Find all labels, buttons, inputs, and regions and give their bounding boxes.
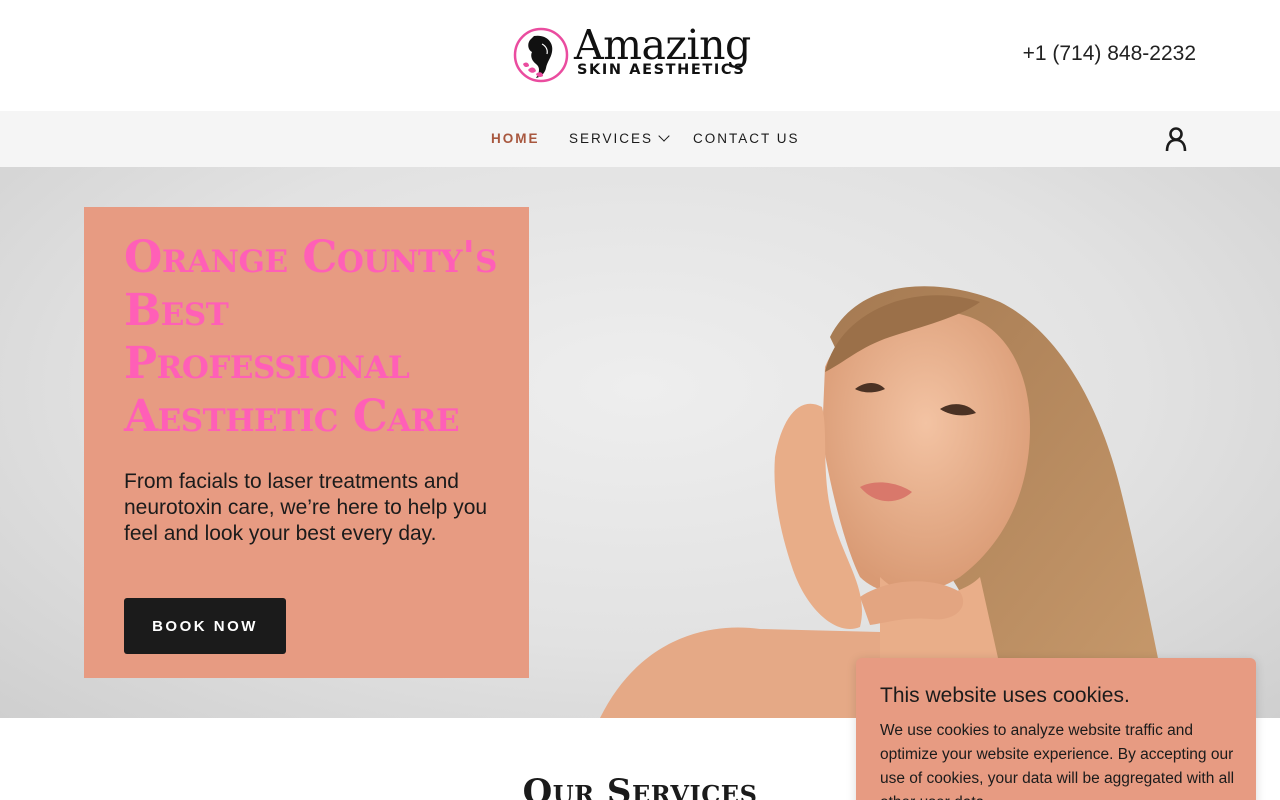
hero-model-photo [600, 286, 1200, 718]
chevron-down-icon [658, 130, 670, 142]
user-account-icon[interactable] [1164, 126, 1188, 152]
cookie-title: This website uses cookies. [880, 684, 1130, 707]
hero-card: Orange County's Best Professional Aesthe… [84, 207, 529, 678]
cookie-banner: This website uses cookies. We use cookie… [856, 658, 1256, 800]
site-header: Amazing SKIN AESTHETICS +1 (714) 848-223… [0, 0, 1280, 111]
phone-link[interactable]: +1 (714) 848-2232 [1023, 42, 1196, 66]
book-now-button[interactable]: BOOK NOW [124, 598, 286, 654]
nav-item-services-label: SERVICES [569, 131, 654, 146]
face-silhouette-logo-icon [513, 27, 569, 83]
hero-title: Orange County's Best Professional Aesthe… [124, 232, 497, 442]
site-logo[interactable]: Amazing SKIN AESTHETICS [512, 22, 772, 86]
main-nav: HOME SERVICES CONTACT US [0, 111, 1280, 167]
nav-item-contact-us[interactable]: CONTACT US [693, 131, 800, 146]
cookie-body: We use cookies to analyze website traffi… [880, 722, 1235, 800]
logo-subtitle: SKIN AESTHETICS [577, 62, 746, 78]
nav-item-services[interactable]: SERVICES [569, 130, 670, 146]
hero-description: From facials to laser treatments and neu… [124, 470, 488, 545]
nav-item-home[interactable]: HOME [491, 131, 540, 146]
hero-section: Orange County's Best Professional Aesthe… [0, 167, 1280, 718]
